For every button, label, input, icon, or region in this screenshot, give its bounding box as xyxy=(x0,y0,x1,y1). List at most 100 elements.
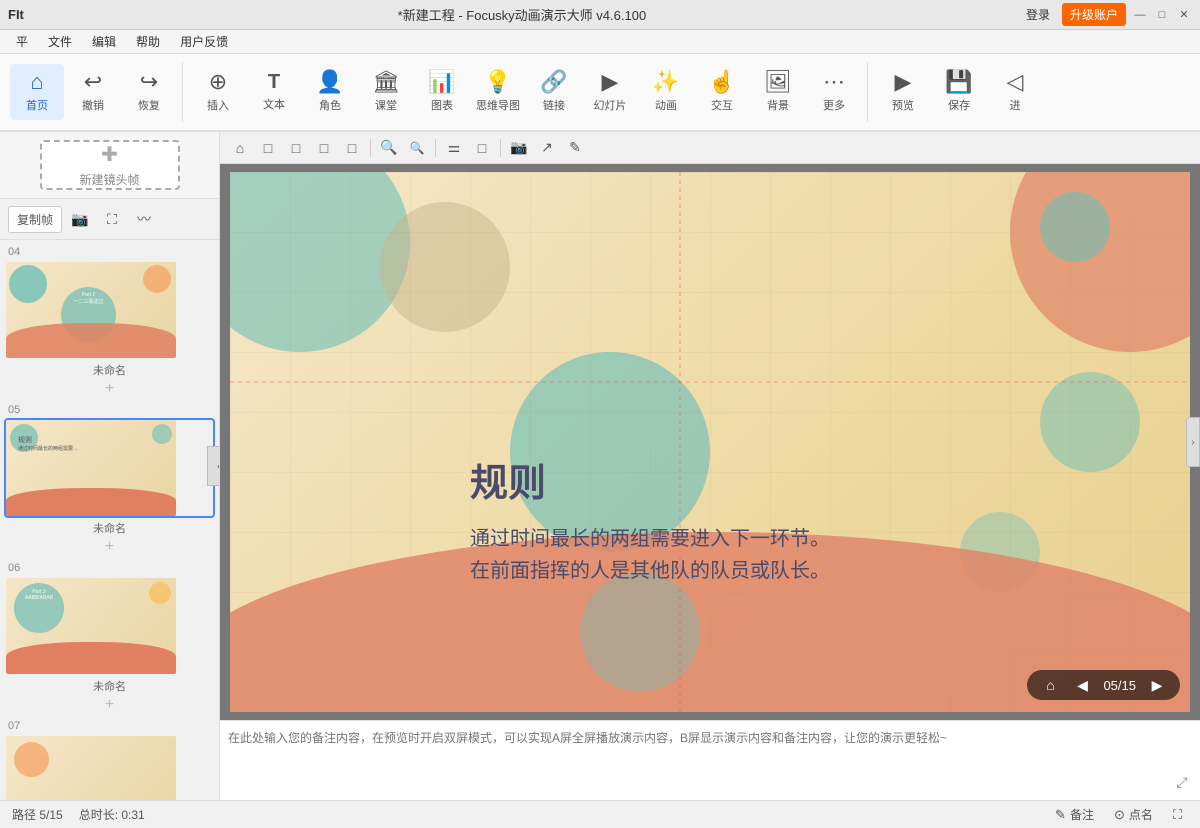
role-icon: 👤 xyxy=(316,71,343,93)
add-below-06[interactable]: + xyxy=(105,696,114,714)
menu-edit[interactable]: 编辑 xyxy=(84,31,124,52)
thumb06-circle1: Part 3AABB/ABAB xyxy=(14,583,64,633)
page-next-button[interactable]: ▶ xyxy=(1146,674,1168,696)
tool-home-label: 首页 xyxy=(26,97,48,113)
new-frame-label: 新建镜头帧 xyxy=(79,171,139,188)
interact-icon: ☝ xyxy=(708,71,735,93)
minimize-button[interactable]: — xyxy=(1132,7,1148,23)
notes-icon: ✎ xyxy=(1055,807,1066,823)
menu-file[interactable]: 文件 xyxy=(40,31,80,52)
canvas-tool-frame[interactable]: □ xyxy=(470,136,494,160)
page-prev-button[interactable]: ◀ xyxy=(1071,674,1093,696)
notes-area: ⤢ xyxy=(220,720,1200,800)
new-frame-area: ✚ 新建镜头帧 xyxy=(0,132,219,199)
tool-classroom[interactable]: 🏛 课堂 xyxy=(359,64,413,120)
canvas-tool-edit[interactable]: ✎ xyxy=(563,136,587,160)
thumb04-circle1 xyxy=(9,265,47,303)
canvas-tool-export[interactable]: ↗ xyxy=(535,136,559,160)
canvas-tool-copy2[interactable]: □ xyxy=(284,136,308,160)
canvas-tool-copy3[interactable]: □ xyxy=(312,136,336,160)
tool-role-label: 角色 xyxy=(319,97,341,113)
close-button[interactable]: ✕ xyxy=(1176,7,1192,23)
tool-animation[interactable]: ✨ 动画 xyxy=(639,64,693,120)
tool-undo[interactable]: ↩ 撤销 xyxy=(66,64,120,120)
canvas-tool-copy1[interactable]: □ xyxy=(256,136,280,160)
link-icon: 🔗 xyxy=(540,71,567,93)
menu-help[interactable]: 帮助 xyxy=(128,31,168,52)
plus-icon: ✚ xyxy=(101,142,118,167)
titlebar: FIt *新建工程 - Focusky动画演示大师 v4.6.100 登录 升级… xyxy=(0,0,1200,30)
notes-label: 备注 xyxy=(1070,806,1094,823)
nav-forward-icon: ◁ xyxy=(1007,71,1024,93)
points-button[interactable]: ⊙ 点名 xyxy=(1108,804,1159,825)
main-canvas[interactable]: 规则 通过时间最长的两组需要进入下一环节。 在前面指挥的人是其他队的队员或队长。… xyxy=(220,164,1200,720)
canvas-tool-copy4[interactable]: □ xyxy=(340,136,364,160)
menu-feedback[interactable]: 用户反馈 xyxy=(172,31,236,52)
slide-thumb-04[interactable]: Part 2一二三看这边 xyxy=(4,260,215,360)
slide-thumb-07[interactable] xyxy=(4,734,215,800)
sidebar-collapse-button[interactable]: ‹ xyxy=(207,446,220,486)
points-icon: ⊙ xyxy=(1114,807,1125,823)
tool-save[interactable]: 💾 保存 xyxy=(932,64,986,120)
right-panel-toggle[interactable]: › xyxy=(1186,417,1200,467)
status-path: 路径 5/15 xyxy=(12,806,63,823)
upgrade-button[interactable]: 升级账户 xyxy=(1062,3,1126,26)
canvas-tool-camera[interactable]: 📷 xyxy=(507,136,531,160)
add-below-04[interactable]: + xyxy=(105,380,114,398)
new-frame-button[interactable]: ✚ 新建镜头帧 xyxy=(40,140,180,190)
slide-number-05: 05 xyxy=(4,402,215,418)
fullscreen-icon-btn[interactable]: ⛶ xyxy=(98,205,126,233)
canvas-tool-zoom-out[interactable]: 🔍 xyxy=(405,136,429,160)
tool-nav-forward[interactable]: ◁ 进 xyxy=(988,64,1042,120)
insert-icon: ⊕ xyxy=(209,71,227,93)
thumbnails-panel[interactable]: 04 Part 2一二三看这边 未命名 + xyxy=(0,240,219,800)
home-icon: ⌂ xyxy=(30,71,43,93)
tool-background[interactable]: 🖼 背景 xyxy=(751,64,805,120)
notes-expand-button[interactable]: ⤢ xyxy=(1172,772,1192,792)
tool-text-label: 文本 xyxy=(263,96,285,112)
slide-name-05: 未命名 xyxy=(4,518,215,538)
statusbar-left: 路径 5/15 总时长: 0:31 xyxy=(12,806,145,823)
copy-frame-button[interactable]: 复制帧 xyxy=(8,206,62,233)
slide-thumb-06[interactable]: Part 3AABB/ABAB xyxy=(4,576,215,676)
tool-classroom-label: 课堂 xyxy=(375,97,397,113)
tool-interact[interactable]: ☝ 交互 xyxy=(695,64,749,120)
login-button[interactable]: 登录 xyxy=(1020,4,1056,25)
tool-insert[interactable]: ⊕ 插入 xyxy=(191,64,245,120)
notes-button[interactable]: ✎ 备注 xyxy=(1049,804,1100,825)
tool-preview[interactable]: ▶ 预览 xyxy=(876,64,930,120)
redo-icon: ↪ xyxy=(140,71,158,93)
notes-input[interactable] xyxy=(228,729,1172,757)
bg-circle-bottom xyxy=(580,572,700,692)
tool-link[interactable]: 🔗 链接 xyxy=(527,64,581,120)
animation-icon: ✨ xyxy=(652,71,679,93)
tool-home[interactable]: ⌂ 首页 xyxy=(10,64,64,120)
camera-icon-btn[interactable]: 📷 xyxy=(66,205,94,233)
tool-redo[interactable]: ↪ 恢复 xyxy=(122,64,176,120)
canvas-tool-home[interactable]: ⌂ xyxy=(228,136,252,160)
maximize-button[interactable]: □ xyxy=(1154,7,1170,23)
tool-mindmap[interactable]: 💡 思维导图 xyxy=(471,64,525,120)
tool-text[interactable]: T 文本 xyxy=(247,64,301,120)
fullscreen-button[interactable]: ⛶ xyxy=(1167,805,1188,825)
add-below-05[interactable]: + xyxy=(105,538,114,556)
tool-preview-label: 预览 xyxy=(892,97,914,113)
tool-more[interactable]: ⋯ 更多 xyxy=(807,64,861,120)
tool-chart[interactable]: 📊 图表 xyxy=(415,64,469,120)
canvas-sep1 xyxy=(370,139,371,157)
tool-slide[interactable]: ▶ 幻灯片 xyxy=(583,64,637,120)
bg-circle-top-mid xyxy=(380,202,510,332)
tool-role[interactable]: 👤 角色 xyxy=(303,64,357,120)
status-duration: 总时长: 0:31 xyxy=(79,806,145,823)
tool-redo-label: 恢复 xyxy=(138,97,160,113)
slide-item-04: 04 Part 2一二三看这边 未命名 + xyxy=(4,244,215,398)
menu-ping[interactable]: 平 xyxy=(8,31,36,52)
page-home-button[interactable]: ⌂ xyxy=(1039,674,1061,696)
canvas-tool-grid[interactable]: ⚌ xyxy=(442,136,466,160)
main-layout: ✚ 新建镜头帧 复制帧 📷 ⛶ 〰 04 xyxy=(0,132,1200,800)
bg-circle-tr-teal xyxy=(1040,192,1110,262)
wave-icon-btn[interactable]: 〰 xyxy=(130,205,158,233)
titlebar-right: 登录 升级账户 — □ ✕ xyxy=(1020,3,1192,26)
canvas-tool-zoom-in[interactable]: 🔍 xyxy=(377,136,401,160)
slide-thumb-05[interactable]: 规则通过时间最长的两组需要... xyxy=(4,418,215,518)
